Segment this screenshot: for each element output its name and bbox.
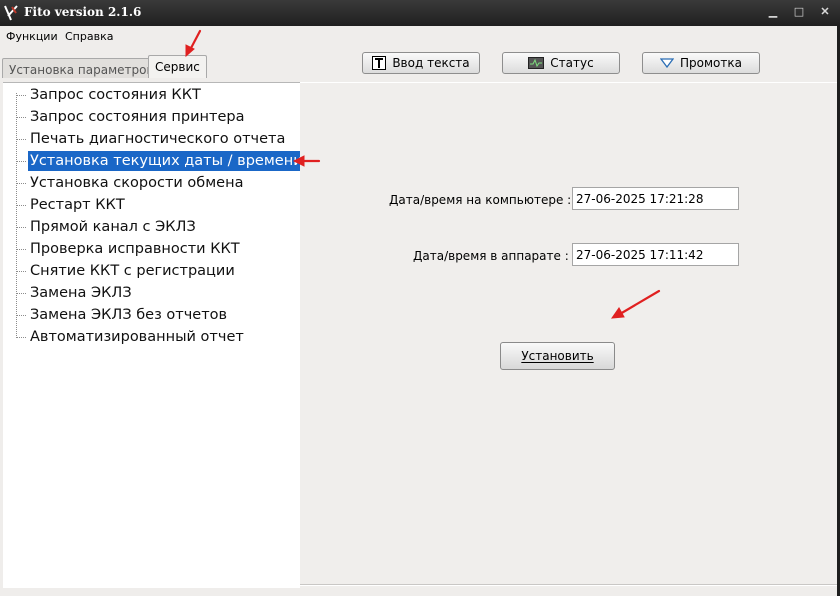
annotation-arrow-icon	[185, 29, 661, 319]
